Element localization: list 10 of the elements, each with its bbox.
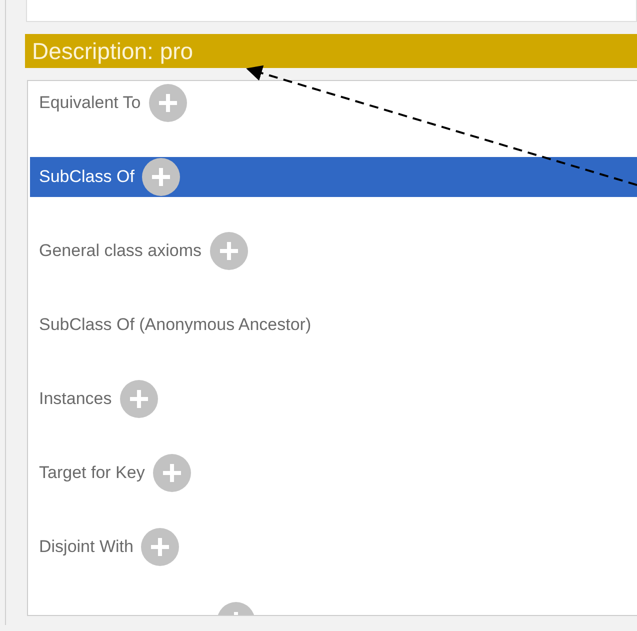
section-label[interactable]: General class axioms [39, 241, 202, 261]
section-label[interactable]: Target for Key [39, 463, 145, 483]
section-label[interactable]: Equivalent To [39, 93, 141, 113]
add-icon[interactable] [142, 158, 180, 196]
section-label[interactable]: SubClass Of (Anonymous Ancestor) [39, 315, 312, 335]
section-label[interactable]: Disjoint With [39, 537, 134, 557]
description-header: Description: pro [25, 34, 637, 68]
section-label[interactable]: SubClass Of [39, 167, 134, 187]
section-label[interactable]: Instances [39, 389, 112, 409]
selected-row[interactable]: SubClass Of [30, 157, 637, 197]
